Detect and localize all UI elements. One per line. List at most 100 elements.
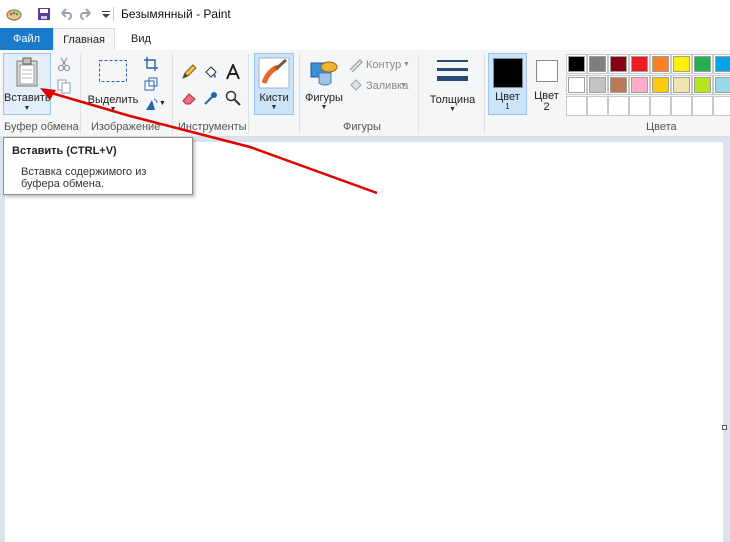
palette-color: [589, 77, 606, 93]
brushes-button[interactable]: Кисти ▼: [254, 53, 294, 115]
shapes-button[interactable]: Фигуры ▼: [303, 53, 345, 115]
paste-button[interactable]: Вставить ▼: [3, 53, 51, 115]
line-thickness-icon: [437, 60, 468, 81]
customize-quick-access-icon[interactable]: [98, 6, 114, 22]
resize-icon[interactable]: [143, 76, 159, 92]
outline-dropdown-icon[interactable]: ▼: [403, 61, 410, 68]
outline-label[interactable]: Контур: [366, 59, 401, 71]
fill-icon[interactable]: [348, 77, 364, 93]
palette-empty-slot[interactable]: [692, 96, 713, 116]
select-button[interactable]: Выделить ▼: [86, 53, 140, 115]
clipboard-icon: [16, 57, 38, 87]
size-dropdown-icon[interactable]: ▼: [425, 106, 480, 113]
outline-icon[interactable]: [348, 56, 364, 72]
palette-swatch[interactable]: [587, 54, 608, 74]
shapes-label: Фигуры: [305, 92, 343, 104]
color1-swatch: [493, 58, 523, 88]
palette-swatch[interactable]: [713, 54, 730, 74]
color1-number: 1: [505, 102, 510, 111]
redo-icon[interactable]: [78, 6, 94, 22]
palette-swatch[interactable]: [608, 75, 629, 95]
palette-swatch[interactable]: [566, 75, 587, 95]
palette-swatch[interactable]: [692, 54, 713, 74]
palette-color: [694, 77, 711, 93]
select-label: Выделить: [87, 94, 139, 106]
palette-empty-slot[interactable]: [650, 96, 671, 116]
palette-swatch[interactable]: [713, 75, 730, 95]
palette-swatch[interactable]: [650, 54, 671, 74]
palette-color: [715, 77, 730, 93]
palette-color: [673, 56, 690, 72]
palette-empty-slot[interactable]: [566, 96, 587, 116]
palette-empty-slot[interactable]: [713, 96, 730, 116]
palette-swatch[interactable]: [629, 75, 650, 95]
text-icon[interactable]: [225, 64, 241, 80]
title-separator: [113, 7, 114, 21]
palette-swatch[interactable]: [671, 54, 692, 74]
window-title: Безымянный - Paint: [121, 7, 231, 21]
select-dropdown-icon[interactable]: ▼: [86, 106, 140, 113]
cut-icon[interactable]: [56, 56, 72, 72]
palette-empty-slot[interactable]: [608, 96, 629, 116]
tab-home[interactable]: Главная: [53, 28, 115, 50]
rotate-dropdown-icon[interactable]: ▼: [159, 100, 166, 107]
color1-button[interactable]: Цвет 1: [488, 53, 527, 115]
palette-color: [568, 77, 585, 93]
save-icon[interactable]: [36, 6, 52, 22]
fill-bucket-icon[interactable]: [203, 64, 219, 80]
palette-empty-slot[interactable]: [587, 96, 608, 116]
canvas-resize-handle[interactable]: [722, 425, 727, 430]
shapes-dropdown-icon[interactable]: ▼: [303, 104, 345, 111]
tab-file[interactable]: Файл: [0, 28, 53, 50]
ribbon-tabs: Файл Главная Вид: [0, 28, 730, 51]
color2-number: 2: [543, 101, 550, 113]
group-separator: [484, 54, 485, 134]
palette-swatch[interactable]: [566, 54, 587, 74]
clipboard-group-label: Буфер обмена: [4, 121, 79, 133]
fill-dropdown-icon[interactable]: ▼: [400, 82, 407, 89]
palette-color: [673, 77, 690, 93]
copy-icon[interactable]: [56, 78, 72, 94]
palette-swatch[interactable]: [608, 54, 629, 74]
palette-empty-slot[interactable]: [629, 96, 650, 116]
palette-swatch[interactable]: [692, 75, 713, 95]
shapes-icon: [310, 61, 338, 86]
paste-dropdown-icon[interactable]: ▼: [4, 105, 50, 112]
undo-icon[interactable]: [58, 6, 74, 22]
palette-color: [694, 56, 711, 72]
palette-color: [568, 56, 585, 72]
crop-icon[interactable]: [143, 56, 159, 72]
select-rectangle-icon: [99, 60, 127, 82]
paint-app-icon[interactable]: [6, 6, 22, 22]
color2-swatch: [536, 60, 558, 82]
pencil-icon[interactable]: [181, 64, 197, 80]
palette-color: [652, 77, 669, 93]
brushes-label: Кисти: [259, 92, 289, 104]
tab-view[interactable]: Вид: [120, 28, 162, 50]
image-group-label: Изображение: [91, 121, 161, 133]
group-separator: [80, 54, 81, 134]
group-separator: [418, 54, 419, 134]
color-picker-icon[interactable]: [203, 90, 219, 106]
workspace: [0, 137, 730, 542]
drawing-canvas[interactable]: [5, 142, 723, 542]
brush-icon: [258, 57, 290, 89]
palette-color: [631, 56, 648, 72]
eraser-icon[interactable]: [181, 90, 197, 106]
size-button[interactable]: Толщина ▼: [425, 53, 480, 115]
palette-color: [610, 77, 627, 93]
palette-color: [631, 77, 648, 93]
palette-empty-slot[interactable]: [671, 96, 692, 116]
rotate-icon[interactable]: [143, 96, 159, 112]
title-bar: Безымянный - Paint: [0, 0, 730, 28]
color2-button[interactable]: Цвет 2: [531, 53, 562, 115]
palette-color: [589, 56, 606, 72]
palette-swatch[interactable]: [587, 75, 608, 95]
size-label: Толщина: [429, 94, 476, 106]
magnifier-icon[interactable]: [225, 90, 241, 106]
brushes-dropdown-icon[interactable]: ▼: [255, 104, 293, 111]
palette-swatch[interactable]: [629, 54, 650, 74]
palette-swatch[interactable]: [671, 75, 692, 95]
palette-swatch[interactable]: [650, 75, 671, 95]
group-separator: [299, 54, 300, 134]
